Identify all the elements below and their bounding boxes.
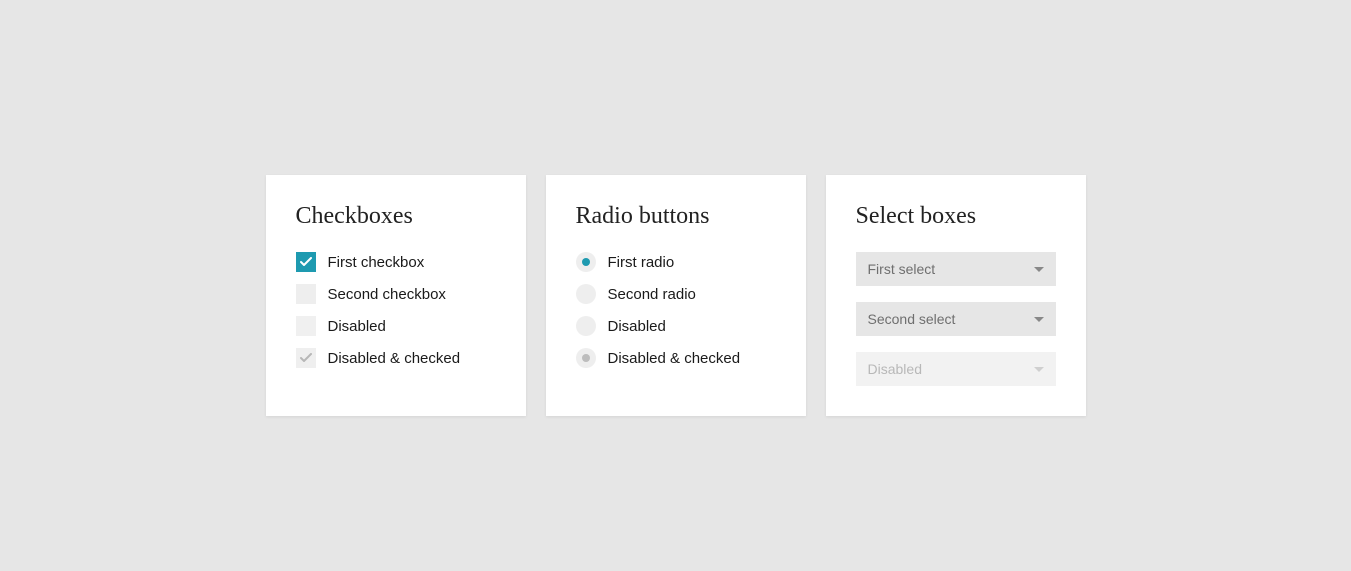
radio-row[interactable]: First radio [576,252,776,272]
checkbox-row: Disabled [296,316,496,336]
select-box[interactable]: Second select [856,302,1056,336]
radio-label: Disabled [608,318,666,335]
cards-container: Checkboxes First checkbox Second checkbo… [266,175,1086,416]
checkbox-row[interactable]: First checkbox [296,252,496,272]
select-row: First select [856,252,1056,286]
radio-icon [576,316,596,336]
select-box[interactable]: First select [856,252,1056,286]
radios-title: Radio buttons [576,203,776,230]
radio-row: Disabled [576,316,776,336]
checkbox-label: First checkbox [328,254,425,271]
radio-icon[interactable] [576,284,596,304]
checkbox-icon [296,348,316,368]
caret-down-icon [1034,267,1044,272]
checkbox-icon [296,316,316,336]
radio-icon[interactable] [576,252,596,272]
radio-icon [576,348,596,368]
select-label: Second select [868,311,956,327]
caret-down-icon [1034,367,1044,372]
checkbox-label: Disabled & checked [328,350,461,367]
checkbox-row[interactable]: Second checkbox [296,284,496,304]
select-label: Disabled [868,361,922,377]
checkbox-label: Second checkbox [328,286,446,303]
radio-label: First radio [608,254,675,271]
select-row: Disabled [856,352,1056,386]
select-label: First select [868,261,936,277]
radio-row: Disabled & checked [576,348,776,368]
radio-label: Disabled & checked [608,350,741,367]
checkbox-icon[interactable] [296,252,316,272]
checkbox-label: Disabled [328,318,386,335]
select-box: Disabled [856,352,1056,386]
select-row: Second select [856,302,1056,336]
checkbox-row: Disabled & checked [296,348,496,368]
radio-row[interactable]: Second radio [576,284,776,304]
radios-card: Radio buttons First radio Second radio D… [546,175,806,416]
checkboxes-title: Checkboxes [296,203,496,230]
radio-label: Second radio [608,286,696,303]
checkboxes-card: Checkboxes First checkbox Second checkbo… [266,175,526,416]
checkbox-icon[interactable] [296,284,316,304]
selects-title: Select boxes [856,203,1056,230]
caret-down-icon [1034,317,1044,322]
selects-card: Select boxes First select Second select … [826,175,1086,416]
